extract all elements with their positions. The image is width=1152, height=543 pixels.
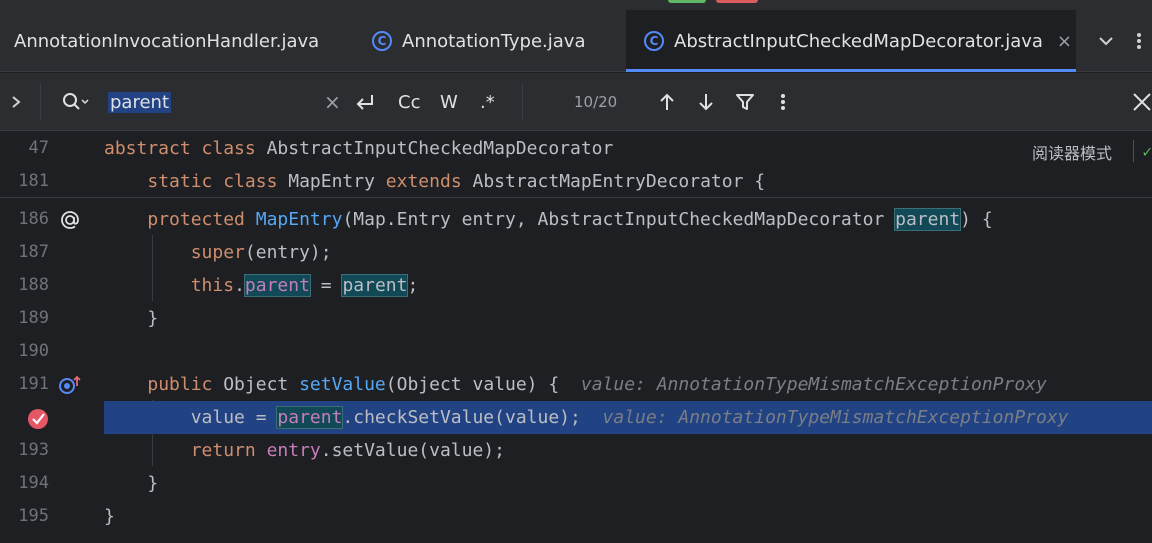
code-text: } (104, 473, 159, 494)
active-tab-underline (626, 69, 1076, 72)
find-bar: parent × Cc W .* 10/20 (0, 73, 1152, 131)
line-number: 187 (18, 242, 49, 262)
line-number: 191 (18, 374, 49, 394)
code-text: return entry.setValue(value); (190, 440, 505, 461)
line-number: 194 (18, 473, 49, 493)
tab-label: AnnotationType.java (402, 30, 586, 52)
class-icon: C (644, 31, 664, 51)
stop-indicator (716, 0, 758, 3)
code-text: static class MapEntry extends AbstractMa… (147, 171, 766, 192)
line-number: 195 (18, 506, 49, 526)
tab-label: AnnotationInvocationHandler.java (14, 30, 320, 52)
clear-search-icon[interactable]: × (324, 73, 341, 131)
code-text: public Object setValue(Object value) { v… (147, 374, 1047, 395)
line-number: 47 (28, 138, 49, 158)
code-text: abstract class AbstractInputCheckedMapDe… (104, 138, 614, 159)
tab-label: AbstractInputCheckedMapDecorator.java (674, 30, 1043, 52)
line-number: 181 (18, 171, 49, 191)
code-line[interactable]: 186 protected MapEntry(Map.Entry entry, … (0, 203, 1152, 236)
code-line[interactable]: 194 } (0, 467, 1152, 500)
sticky-lines-header: 47 abstract class AbstractInputCheckedMa… (0, 132, 1152, 198)
code-line[interactable]: 188 this.parent = parent; (0, 269, 1152, 302)
code-text: super(entry); (190, 242, 332, 263)
new-line-icon[interactable] (354, 73, 376, 131)
words-button[interactable]: W (440, 73, 458, 131)
regex-button[interactable]: .* (480, 73, 495, 131)
code-line[interactable]: 190 (0, 335, 1152, 368)
code-line[interactable]: 187 super(entry); (0, 236, 1152, 269)
expand-replace-chevron-icon[interactable] (10, 73, 22, 131)
code-text: value = parent.checkSetValue(value); val… (104, 406, 1069, 429)
search-input[interactable]: parent (108, 73, 172, 131)
overrides-at-icon[interactable] (58, 203, 82, 236)
inline-debug-value: value: AnnotationTypeMismatchExceptionPr… (580, 374, 1047, 395)
line-number: 186 (18, 209, 49, 229)
tab-annotation-invocation-handler[interactable]: AnnotationInvocationHandler.java (0, 10, 319, 72)
line-number: 193 (18, 440, 49, 460)
divider (40, 83, 41, 121)
code-line[interactable]: 189 } (0, 302, 1152, 335)
line-number: 189 (18, 308, 49, 328)
search-history-icon[interactable] (62, 73, 90, 131)
run-indicator (668, 0, 706, 3)
code-editor[interactable]: 47 abstract class AbstractInputCheckedMa… (0, 132, 1152, 543)
match-case-button[interactable]: Cc (398, 73, 420, 131)
close-tab-icon[interactable]: × (1057, 31, 1072, 52)
filter-icon[interactable] (735, 73, 755, 131)
inspection-ok-check-icon[interactable]: ✓ (1142, 142, 1152, 161)
search-options-more-icon[interactable] (780, 73, 786, 131)
editor-tab-bar: AnnotationInvocationHandler.java C Annot… (0, 10, 1152, 72)
match-counter: 10/20 (574, 93, 618, 111)
line-number: 190 (18, 341, 49, 361)
tab-annotation-type[interactable]: C AnnotationType.java (372, 10, 586, 72)
code-text: } (104, 506, 115, 527)
next-occurrence-arrow-down-icon[interactable] (696, 73, 716, 131)
line-number: 188 (18, 275, 49, 295)
search-query: parent (108, 91, 172, 113)
breakpoint-icon[interactable] (26, 401, 50, 434)
close-search-icon[interactable] (1132, 73, 1152, 131)
implements-method-icon[interactable] (58, 368, 82, 401)
code-line[interactable]: 193 return entry.setValue(value); (0, 434, 1152, 467)
previous-occurrence-arrow-up-icon[interactable] (657, 73, 677, 131)
divider (1133, 140, 1134, 162)
more-options-icon[interactable] (1136, 10, 1142, 72)
divider (522, 83, 523, 121)
reader-mode-toggle[interactable]: 阅读器模式 (1032, 140, 1112, 164)
tab-list-chevron-down-icon[interactable] (1096, 10, 1116, 72)
tab-abstract-input-checked-map-decorator[interactable]: C AbstractInputCheckedMapDecorator.java … (626, 10, 1076, 72)
code-text: protected MapEntry(Map.Entry entry, Abst… (147, 208, 993, 231)
code-text: this.parent = parent; (190, 274, 419, 297)
current-execution-line[interactable]: value = parent.checkSetValue(value); val… (0, 401, 1152, 434)
sticky-line[interactable]: 47 abstract class AbstractInputCheckedMa… (0, 132, 1152, 165)
sticky-line[interactable]: 181 static class MapEntry extends Abstra… (0, 165, 1152, 198)
class-icon: C (372, 31, 392, 51)
top-strip (0, 0, 1152, 10)
inline-debug-value: value: AnnotationTypeMismatchExceptionPr… (602, 407, 1069, 428)
code-text: } (104, 308, 159, 329)
code-line[interactable]: 195 } (0, 500, 1152, 533)
code-line[interactable]: 191 public Object setValue(Object value)… (0, 368, 1152, 401)
